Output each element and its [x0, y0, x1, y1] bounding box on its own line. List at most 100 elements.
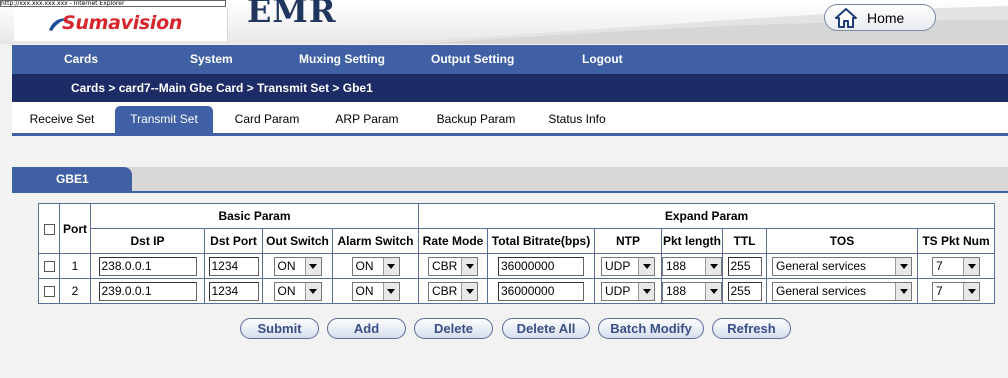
- transmit-table: Port Basic Param Expand Param Dst IP Dst…: [38, 203, 995, 304]
- pkt-length-value: 188: [666, 283, 687, 298]
- chevron-down-icon: [382, 282, 399, 300]
- row-checkbox[interactable]: [43, 286, 55, 298]
- out-switch-value: ON: [277, 283, 296, 298]
- alarm-switch-select[interactable]: ON: [351, 281, 400, 301]
- port-value: 2: [59, 278, 91, 304]
- bitrate-input[interactable]: 36000000: [498, 256, 584, 276]
- dst-port-input[interactable]: 1234: [208, 281, 259, 301]
- section-bar: GBE1: [12, 167, 1008, 191]
- chevron-down-icon: [638, 282, 654, 300]
- header: http://xxx.xxx.xxx.xxx - Internet Explor…: [0, 0, 1008, 44]
- tab-transmit-set[interactable]: Transmit Set: [115, 106, 213, 133]
- col-alarm-switch: Alarm Switch: [332, 228, 419, 254]
- rate-mode-select[interactable]: CBR: [428, 281, 478, 301]
- tab-status-info[interactable]: Status Info: [536, 106, 618, 133]
- col-total-bitrate: Total Bitrate(bps): [487, 228, 595, 254]
- refresh-button[interactable]: Refresh: [712, 318, 791, 339]
- dst-ip-input[interactable]: 239.0.0.1: [98, 281, 197, 301]
- ttl-input[interactable]: 255: [727, 256, 762, 276]
- breadcrumb: Cards > card7--Main Gbe Card > Transmit …: [12, 74, 1008, 102]
- chevron-down-icon: [461, 257, 477, 275]
- col-dst-ip: Dst IP: [90, 228, 205, 254]
- home-label: Home: [867, 9, 905, 26]
- nav-logout[interactable]: Logout: [582, 45, 623, 74]
- ts-pkt-num-value: 7: [936, 258, 943, 273]
- tab-card-param[interactable]: Card Param: [220, 106, 314, 133]
- out-switch-select[interactable]: ON: [273, 281, 322, 301]
- product-title: EMR: [247, 0, 337, 30]
- chevron-down-icon: [382, 257, 399, 275]
- select-all-cell: [38, 203, 60, 254]
- tab-receive-set[interactable]: Receive Set: [16, 106, 108, 133]
- nav-output-setting[interactable]: Output Setting: [431, 45, 514, 74]
- col-port: Port: [59, 203, 91, 254]
- col-out-switch: Out Switch: [262, 228, 333, 254]
- col-ntp: NTP: [594, 228, 662, 254]
- ntp-value: UDP: [605, 258, 631, 273]
- rate-mode-value: CBR: [432, 258, 458, 273]
- tab-arp-param[interactable]: ARP Param: [320, 106, 414, 133]
- home-icon: [835, 8, 857, 28]
- chevron-down-icon: [895, 257, 911, 275]
- add-button[interactable]: Add: [327, 318, 406, 339]
- delete-button[interactable]: Delete: [414, 318, 493, 339]
- nav-cards[interactable]: Cards: [64, 45, 98, 74]
- select-all-checkbox[interactable]: [43, 223, 55, 235]
- col-ts-pkt-num: TS Pkt Num: [917, 228, 995, 254]
- chevron-down-icon: [705, 282, 721, 300]
- chevron-down-icon: [963, 257, 979, 275]
- col-ttl: TTL: [722, 228, 767, 254]
- ntp-value: UDP: [605, 283, 631, 298]
- out-switch-value: ON: [277, 258, 296, 273]
- dst-ip-input[interactable]: 238.0.0.1: [98, 256, 197, 276]
- nav-muxing-setting[interactable]: Muxing Setting: [299, 45, 385, 74]
- pkt-length-select[interactable]: 188: [662, 281, 722, 301]
- section-tab-gbe1[interactable]: GBE1: [12, 167, 132, 191]
- alarm-switch-value: ON: [355, 258, 374, 273]
- chevron-down-icon: [638, 257, 654, 275]
- col-dst-port: Dst Port: [204, 228, 263, 254]
- bitrate-input[interactable]: 36000000: [498, 281, 584, 301]
- chevron-down-icon: [304, 282, 321, 300]
- col-tos: TOS: [766, 228, 918, 254]
- ts-pkt-num-value: 7: [936, 283, 943, 298]
- table-row: 2 239.0.0.1 1234 ON ON CBR 36000000 UDP …: [38, 278, 995, 304]
- alarm-switch-value: ON: [355, 283, 374, 298]
- tos-select[interactable]: General services: [772, 281, 912, 301]
- main-nav: Cards System Muxing Setting Output Setti…: [12, 45, 1008, 74]
- rate-mode-value: CBR: [432, 283, 458, 298]
- delete-all-button[interactable]: Delete All: [502, 318, 590, 339]
- tos-value: General services: [776, 258, 867, 273]
- logo-text: Sumavision: [62, 12, 183, 34]
- table-row: 1 238.0.0.1 1234 ON ON CBR 36000000 UDP …: [38, 253, 995, 279]
- ts-pkt-num-select[interactable]: 7: [932, 281, 980, 301]
- tab-backup-param[interactable]: Backup Param: [422, 106, 530, 133]
- rate-mode-select[interactable]: CBR: [428, 256, 478, 276]
- out-switch-select[interactable]: ON: [273, 256, 322, 276]
- nav-system[interactable]: System: [190, 45, 233, 74]
- chevron-down-icon: [895, 282, 911, 300]
- tos-value: General services: [776, 283, 867, 298]
- chevron-down-icon: [963, 282, 979, 300]
- browser-tooltip: http://xxx.xxx.xxx.xxx - Internet Explor…: [0, 0, 226, 7]
- ntp-select[interactable]: UDP: [601, 281, 655, 301]
- pkt-length-value: 188: [666, 258, 687, 273]
- dst-port-input[interactable]: 1234: [208, 256, 259, 276]
- ts-pkt-num-select[interactable]: 7: [932, 256, 980, 276]
- row-checkbox[interactable]: [43, 261, 55, 273]
- logo: Sumavision: [14, 8, 228, 41]
- submit-button[interactable]: Submit: [240, 318, 319, 339]
- pkt-length-select[interactable]: 188: [662, 256, 722, 276]
- page: http://xxx.xxx.xxx.xxx - Internet Explor…: [0, 0, 1008, 378]
- action-bar: Submit Add Delete Delete All Batch Modif…: [0, 318, 1008, 340]
- ntp-select[interactable]: UDP: [601, 256, 655, 276]
- home-button[interactable]: Home: [824, 4, 936, 31]
- batch-modify-button[interactable]: Batch Modify: [598, 318, 704, 339]
- ttl-input[interactable]: 255: [727, 281, 762, 301]
- tab-bar: Receive Set Transmit Set Card Param ARP …: [12, 102, 1008, 136]
- col-pkt-length: Pkt length: [661, 228, 723, 254]
- group-expand-param: Expand Param: [418, 203, 995, 229]
- tos-select[interactable]: General services: [772, 256, 912, 276]
- alarm-switch-select[interactable]: ON: [351, 256, 400, 276]
- chevron-down-icon: [705, 257, 721, 275]
